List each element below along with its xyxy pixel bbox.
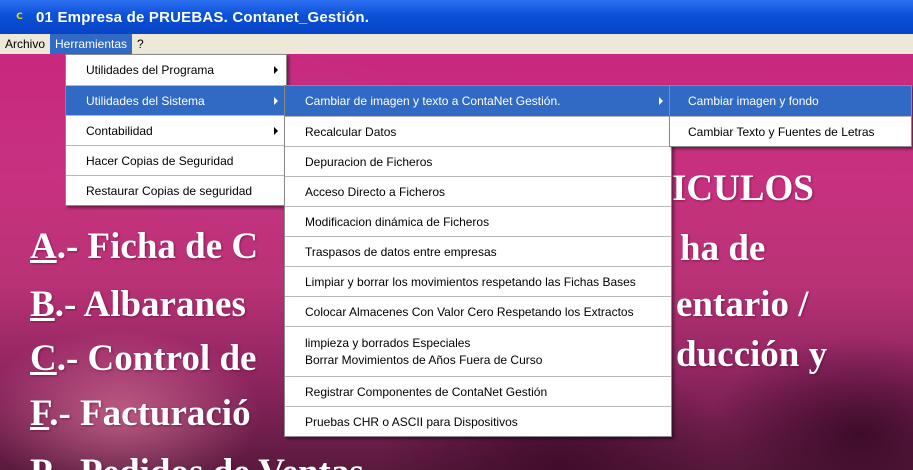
menu-item-acceso-directo[interactable]: Acceso Directo a Ficheros — [285, 176, 671, 206]
menu-item-label: Hacer Copias de Seguridad — [86, 153, 234, 168]
menu-item-cambiar-texto-fuentes[interactable]: Cambiar Texto y Fuentes de Letras — [670, 116, 911, 146]
menu-item-label-secondary: Borrar Movimientos de Años Fuera de Curs… — [305, 353, 543, 367]
background-line-f[interactable]: F.- Facturació — [30, 395, 251, 432]
sistema-submenu: Cambiar de imagen y texto a ContaNet Ges… — [284, 85, 672, 437]
background-line-key: P — [30, 452, 49, 470]
background-line-a-right: ha de — [680, 228, 766, 269]
title-bar: C 01 Empresa de PRUEBAS. Contanet_Gestió… — [0, 0, 913, 34]
menu-item-label: Utilidades del Programa — [86, 63, 215, 77]
menu-help[interactable]: ? — [132, 34, 149, 54]
menu-herramientas[interactable]: Herramientas — [50, 34, 133, 54]
menu-item-cambiar-imagen-texto[interactable]: Cambiar de imagen y texto a ContaNet Ges… — [285, 86, 671, 116]
menu-item-utilidades-sistema[interactable]: Utilidades del Sistema — [66, 85, 286, 115]
imagen-submenu: Cambiar imagen y fondo Cambiar Texto y F… — [669, 85, 912, 147]
window-title: 01 Empresa de PRUEBAS. Contanet_Gestión. — [36, 8, 370, 26]
menu-item-label: Depuracion de Ficheros — [305, 154, 433, 169]
menu-item-limpiar-borrar[interactable]: Limpiar y borrar los movimientos respeta… — [285, 266, 671, 296]
background-line-key: C — [30, 338, 57, 379]
menu-bar: Archivo Herramientas ? — [0, 34, 913, 54]
menu-item-label: Modificacion dinámica de Ficheros — [305, 214, 490, 229]
menu-item-label: Cambiar Texto y Fuentes de Letras — [688, 124, 875, 139]
menu-item-modificacion[interactable]: Modificacion dinámica de Ficheros — [285, 206, 671, 236]
menu-item-label: Recalcular Datos — [305, 124, 397, 139]
menu-item-depuracion[interactable]: Depuracion de Ficheros — [285, 146, 671, 176]
menu-item-contabilidad[interactable]: Contabilidad — [66, 115, 286, 145]
menu-item-label: Restaurar Copias de seguridad — [86, 183, 253, 198]
menu-item-utilidades-programa[interactable]: Utilidades del Programa — [66, 55, 286, 85]
background-line-p[interactable]: P.- Pedidos de Ventas — [30, 454, 364, 470]
menu-item-hacer-copias[interactable]: Hacer Copias de Seguridad — [66, 145, 286, 175]
background-line-key: F — [30, 393, 50, 434]
menu-item-pruebas-chr[interactable]: Pruebas CHR o ASCII para Dispositivos — [285, 406, 671, 436]
menu-item-limpieza-especiales[interactable]: limpieza y borrados Especiales Borrar Mo… — [285, 326, 671, 376]
submenu-arrow-icon — [659, 97, 663, 105]
background-line-key: A — [30, 226, 57, 267]
background-heading: ICULOS — [672, 168, 814, 209]
menu-item-label: Colocar Almacenes Con Valor Cero Respeta… — [305, 304, 634, 319]
background-line-c-right: ducción y — [676, 334, 828, 375]
background-line-text: .- Pedidos de Ventas — [49, 452, 364, 470]
menu-item-recalcular[interactable]: Recalcular Datos — [285, 116, 671, 146]
menu-item-label: Contabilidad — [86, 123, 153, 138]
menu-item-label: Acceso Directo a Ficheros — [305, 184, 446, 199]
background-line-text: .- Control de — [56, 338, 257, 379]
background-line-c[interactable]: C.- Control de — [30, 340, 256, 377]
menu-item-colocar-almacenes[interactable]: Colocar Almacenes Con Valor Cero Respeta… — [285, 296, 671, 326]
menu-item-label: Registrar Componentes de ContaNet Gestió… — [305, 384, 548, 399]
herramientas-menu: Utilidades del Programa Utilidades del S… — [65, 54, 287, 206]
app-icon: C — [16, 12, 23, 22]
menu-item-label: Cambiar imagen y fondo — [688, 94, 819, 108]
menu-item-label: Cambiar de imagen y texto a ContaNet Ges… — [305, 94, 561, 108]
menu-item-label: Limpiar y borrar los movimientos respeta… — [305, 274, 636, 289]
menu-item-label: Traspasos de datos entre empresas — [305, 244, 497, 259]
menu-item-traspasos[interactable]: Traspasos de datos entre empresas — [285, 236, 671, 266]
menu-archivo[interactable]: Archivo — [0, 34, 50, 54]
background-line-key: B — [30, 284, 55, 325]
menu-item-label: Utilidades del Sistema — [86, 93, 205, 108]
menu-item-cambiar-imagen-fondo[interactable]: Cambiar imagen y fondo — [670, 86, 911, 116]
background-line-b-right: entario / — [676, 284, 809, 325]
menu-item-label: limpieza y borrados Especiales — [305, 336, 471, 350]
submenu-arrow-icon — [274, 66, 278, 74]
submenu-arrow-icon — [274, 96, 278, 105]
background-line-a[interactable]: A.- Ficha de C — [30, 228, 258, 265]
menu-item-registrar-componentes[interactable]: Registrar Componentes de ContaNet Gestió… — [285, 376, 671, 406]
menu-item-label: Pruebas CHR o ASCII para Dispositivos — [305, 414, 518, 429]
submenu-arrow-icon — [274, 126, 278, 135]
background-line-text: .- Ficha de C — [56, 226, 259, 267]
background-line-text: .- Albaranes — [54, 284, 246, 325]
background-line-text: .- Facturació — [49, 393, 251, 434]
background-line-b[interactable]: B.- Albaranes — [30, 286, 246, 323]
menu-item-restaurar-copias[interactable]: Restaurar Copias de seguridad — [66, 175, 286, 205]
